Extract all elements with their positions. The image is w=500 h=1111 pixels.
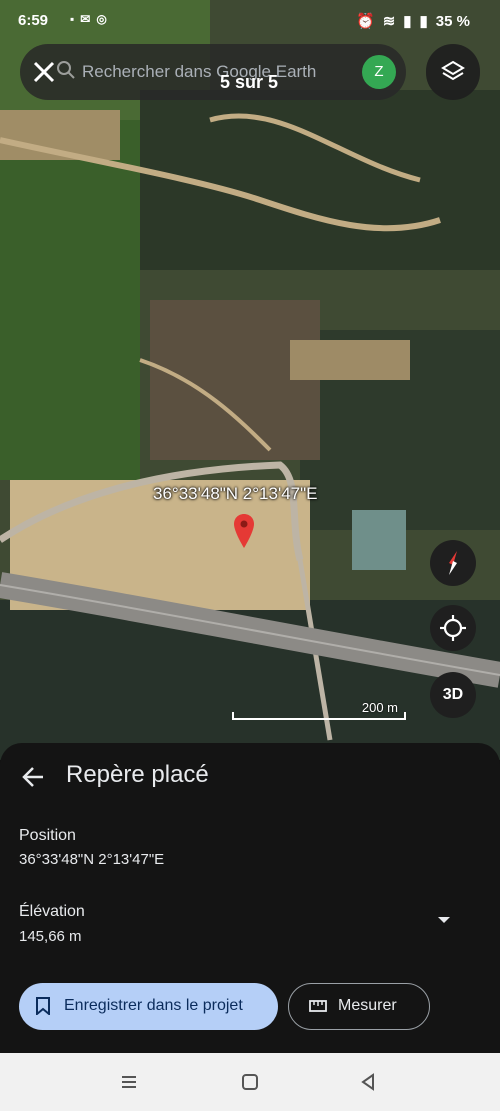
avatar[interactable]: Z [362,55,396,89]
placemark-sheet: Repère placé Position 36°33'48"N 2°13'47… [0,743,500,1053]
battery-percent: 35 % [435,12,470,30]
save-to-project-button[interactable]: Enregistrer dans le projet [19,983,278,1030]
result-counter: 5 sur 5 [220,72,279,92]
map-scale: 200 m [232,700,406,720]
notification-icon: ▪ [70,12,75,26]
system-nav-bar [0,1053,500,1111]
whatsapp-icon: ◎ [96,12,107,26]
map-pin-icon[interactable] [233,513,255,549]
message-icon: ✉ [80,12,91,26]
compass-button[interactable] [430,540,476,586]
satellite-imagery [0,0,500,760]
recent-apps-icon[interactable] [118,1071,140,1093]
back-arrow-icon[interactable] [18,761,50,793]
ruler-icon [309,1000,327,1012]
bookmark-icon [36,997,50,1015]
position-value: 36°33'48"N 2°13'47"E [19,851,165,868]
back-icon[interactable] [357,1071,379,1093]
status-time: 6:59 [18,12,49,29]
3d-toggle-button[interactable]: 3D [430,672,476,718]
notification-icons: ▪ ✉ ◎ [70,12,107,26]
search-bar[interactable]: Rechercher dans Google Earth 5 sur 5 Z [20,44,406,100]
signal-icon: ▮ [403,13,412,30]
coordinate-label: 36°33'48"N 2°13'47"E [153,484,318,503]
elevation-label: Élévation [19,903,85,920]
home-icon[interactable] [239,1071,261,1093]
status-bar: 6:59 ▪ ✉ ◎ ⏰ ≋ ▮ ▮ 35 % [0,0,500,44]
status-right: ⏰ ≋ ▮ ▮ 35 % [356,12,470,31]
scale-bar [232,712,406,720]
position-label: Position [19,827,76,844]
alarm-icon: ⏰ [356,13,375,30]
layers-button[interactable] [426,44,480,100]
close-icon[interactable] [28,56,60,88]
my-location-button[interactable] [430,605,476,651]
sheet-title: Repère placé [66,761,209,788]
my-location-icon [440,615,466,641]
measure-button-label: Mesurer [338,997,397,1014]
compass-icon [449,551,457,575]
elevation-value: 145,66 m [19,928,82,945]
layers-icon [441,60,465,81]
search-placeholder: Rechercher dans Google Earth [82,62,317,81]
measure-button[interactable]: Mesurer [288,983,430,1030]
satellite-map[interactable] [0,0,500,760]
battery-icon: ▮ [419,13,428,30]
save-button-label: Enregistrer dans le projet [64,997,243,1014]
wifi-icon: ≋ [382,13,396,30]
chevron-down-icon[interactable] [437,915,451,925]
